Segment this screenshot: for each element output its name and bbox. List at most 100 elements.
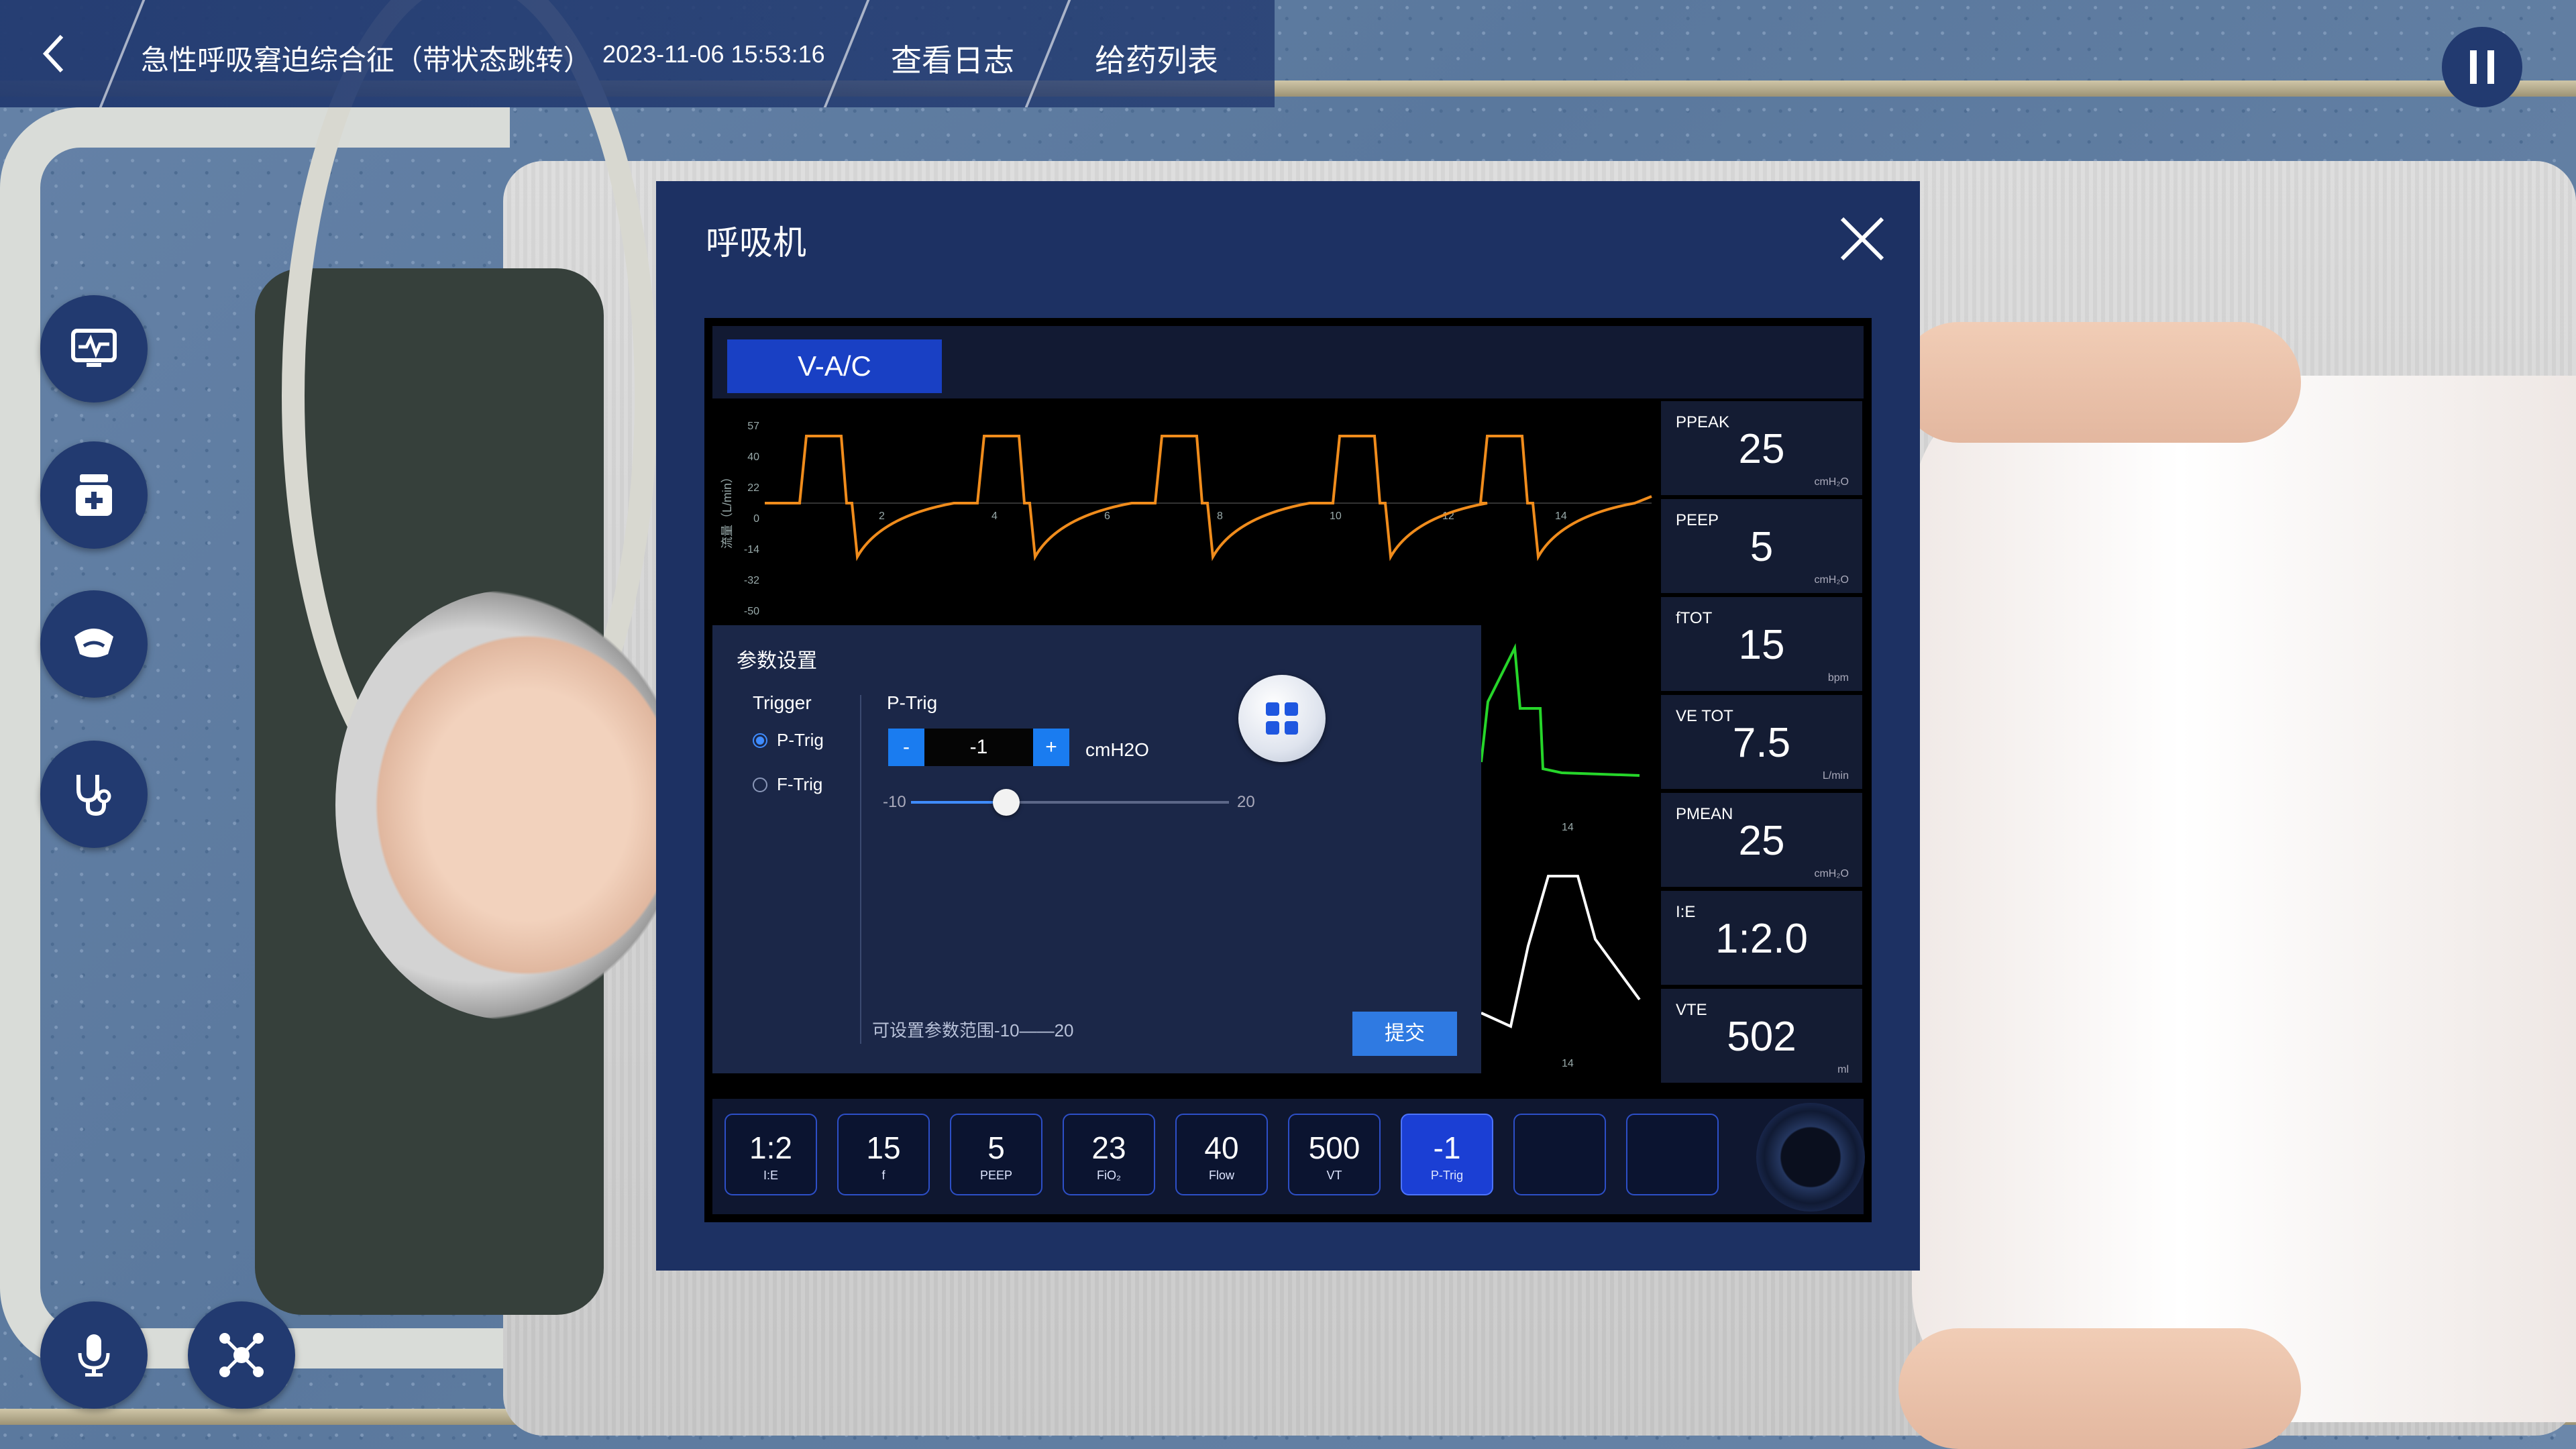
radio-dot [753, 777, 767, 792]
monitor-icon [71, 329, 117, 367]
key-label: FiO₂ [1097, 1169, 1121, 1182]
flow-x-tick: 10 [1330, 511, 1342, 522]
volume-x-tick: 14 [1562, 1058, 1574, 1067]
network-icon [219, 1333, 264, 1377]
patient-arm-right [1898, 1328, 2301, 1449]
key-flow[interactable]: 40 Flow [1175, 1114, 1268, 1195]
decrement-button[interactable]: - [888, 729, 924, 766]
timestamp: 2023-11-06 15:53:16 [602, 40, 825, 68]
patient-body[interactable] [1912, 376, 2576, 1422]
key-value: -1 [1433, 1130, 1461, 1165]
slider-fill [911, 801, 1007, 804]
key-value: 1:2 [749, 1130, 792, 1165]
pressure-x-tick: 14 [1562, 822, 1574, 833]
menu-button[interactable] [1238, 675, 1326, 762]
param-unit: cmH₂O [1814, 574, 1849, 586]
patient-head[interactable] [335, 590, 684, 1020]
microphone-icon [78, 1334, 110, 1377]
key-vt[interactable]: 500 VT [1288, 1114, 1381, 1195]
key-label: PEEP [979, 1169, 1013, 1182]
flow-y-tick: -32 [744, 575, 759, 586]
flow-x-tick: 6 [1104, 511, 1110, 522]
key-value: 500 [1308, 1130, 1360, 1165]
key-f[interactable]: 15 f [837, 1114, 930, 1195]
divider [823, 0, 870, 107]
view-log-link[interactable]: 查看日志 [891, 36, 1014, 80]
microphone-button[interactable] [40, 1301, 148, 1409]
param-unit: bpm [1827, 672, 1849, 684]
ultrasound-button[interactable] [40, 590, 148, 698]
trigger-label: Trigger [753, 692, 812, 713]
medication-list-link[interactable]: 给药列表 [1095, 36, 1218, 80]
network-button[interactable] [188, 1301, 295, 1409]
param-pmean: PMEAN 25 cmH₂O [1661, 793, 1862, 887]
key-label: Flow [1208, 1169, 1234, 1182]
flow-y-tick: -14 [744, 544, 759, 555]
settings-title: 参数设置 [737, 650, 817, 672]
param-unit: cmH₂O [1814, 868, 1849, 879]
volume-waveform-chart: 14 [1481, 875, 1641, 1067]
key-label: P-Trig [1430, 1169, 1464, 1182]
increment-button[interactable]: + [1033, 729, 1069, 766]
submit-button[interactable]: 提交 [1352, 1012, 1457, 1056]
divider [860, 695, 861, 1044]
flow-x-tick: 4 [991, 511, 998, 522]
back-icon[interactable] [40, 32, 67, 82]
divider [99, 0, 146, 107]
patient-arm-left [1898, 322, 2301, 443]
pause-button[interactable] [2442, 27, 2522, 107]
divider [1024, 0, 1071, 107]
slider-min-label: -10 [883, 793, 906, 811]
stethoscope-button[interactable] [40, 741, 148, 848]
scenario-title: 急性呼吸窘迫综合征（带状态跳转） [141, 44, 592, 76]
param-value: 502 [1727, 1014, 1796, 1060]
mode-bar: V-A/C [712, 326, 1864, 398]
monitor-button[interactable] [40, 295, 148, 402]
param-ppeak: PPEAK 25 cmH₂O [1661, 401, 1862, 495]
param-ie: I:E 1:2.0 [1661, 891, 1862, 985]
stethoscope-icon [76, 775, 111, 816]
flow-y-tick: 0 [753, 513, 759, 525]
control-knob[interactable] [1756, 1103, 1865, 1212]
ventilator-dialog: 呼吸机 V-A/C 流量（L/min） 57 40 22 0 -14 -32 -50 246… [656, 181, 1920, 1271]
field-label: P-Trig [887, 692, 938, 713]
range-note: 可设置参数范围-10——20 [872, 1020, 1074, 1040]
key-empty[interactable] [1626, 1114, 1719, 1195]
slider-max-label: 20 [1237, 793, 1255, 811]
p-trig-value[interactable]: -1 [924, 729, 1033, 766]
key-value: 5 [987, 1130, 1005, 1165]
setting-keys-bar: 1:2 I:E 15 f 5 PEEP 23 FiO₂ 40 Flow 500 VT -1 P… [712, 1099, 1865, 1214]
param-ve-tot: VE TOT 7.5 L/min [1661, 695, 1862, 789]
volume-waveform [1481, 875, 1641, 1028]
key-value: 40 [1204, 1130, 1239, 1165]
mode-button[interactable]: V-A/C [727, 339, 942, 393]
medicine-button[interactable] [40, 441, 148, 549]
p-trig-slider[interactable] [911, 789, 1229, 816]
param-value: 25 [1738, 426, 1785, 472]
flow-y-ticks: 57 40 22 0 -14 -32 -50 [744, 421, 759, 617]
key-p-trig[interactable]: -1 P-Trig [1401, 1114, 1493, 1195]
ventilator-screen: V-A/C 流量（L/min） 57 40 22 0 -14 -32 -50 2 4 6 8 10 1… [704, 318, 1872, 1222]
radio-label: P-Trig [777, 730, 824, 750]
flow-waveform [765, 435, 1652, 561]
close-icon[interactable] [1835, 212, 1889, 266]
settings-panel: 参数设置 Trigger P-Trig F-Trig P-Trig - -1 +… [712, 625, 1481, 1073]
param-value: 5 [1750, 524, 1774, 570]
key-peep[interactable]: 5 PEEP [950, 1114, 1042, 1195]
param-value: 7.5 [1732, 720, 1791, 766]
flow-waveform-chart: 流量（L/min） 5740220-14-32-50 2 4 6 8 10 12 14 [720, 421, 1652, 617]
key-ie[interactable]: 1:2 I:E [724, 1114, 817, 1195]
slider-thumb[interactable] [993, 789, 1020, 816]
key-empty[interactable] [1513, 1114, 1606, 1195]
flow-y-tick: 57 [747, 421, 759, 432]
param-peep: PEEP 5 cmH₂O [1661, 499, 1862, 593]
flow-axis-label: 流量（L/min） [720, 471, 734, 549]
key-fio2[interactable]: 23 FiO₂ [1063, 1114, 1155, 1195]
radio-f-trig[interactable]: F-Trig [753, 774, 822, 795]
pause-icon [2470, 50, 2494, 84]
flow-y-tick: -50 [744, 606, 759, 617]
key-label: f [881, 1169, 885, 1182]
grid-icon [1266, 702, 1298, 735]
param-unit: cmH₂O [1814, 476, 1849, 488]
radio-p-trig[interactable]: P-Trig [753, 730, 824, 751]
